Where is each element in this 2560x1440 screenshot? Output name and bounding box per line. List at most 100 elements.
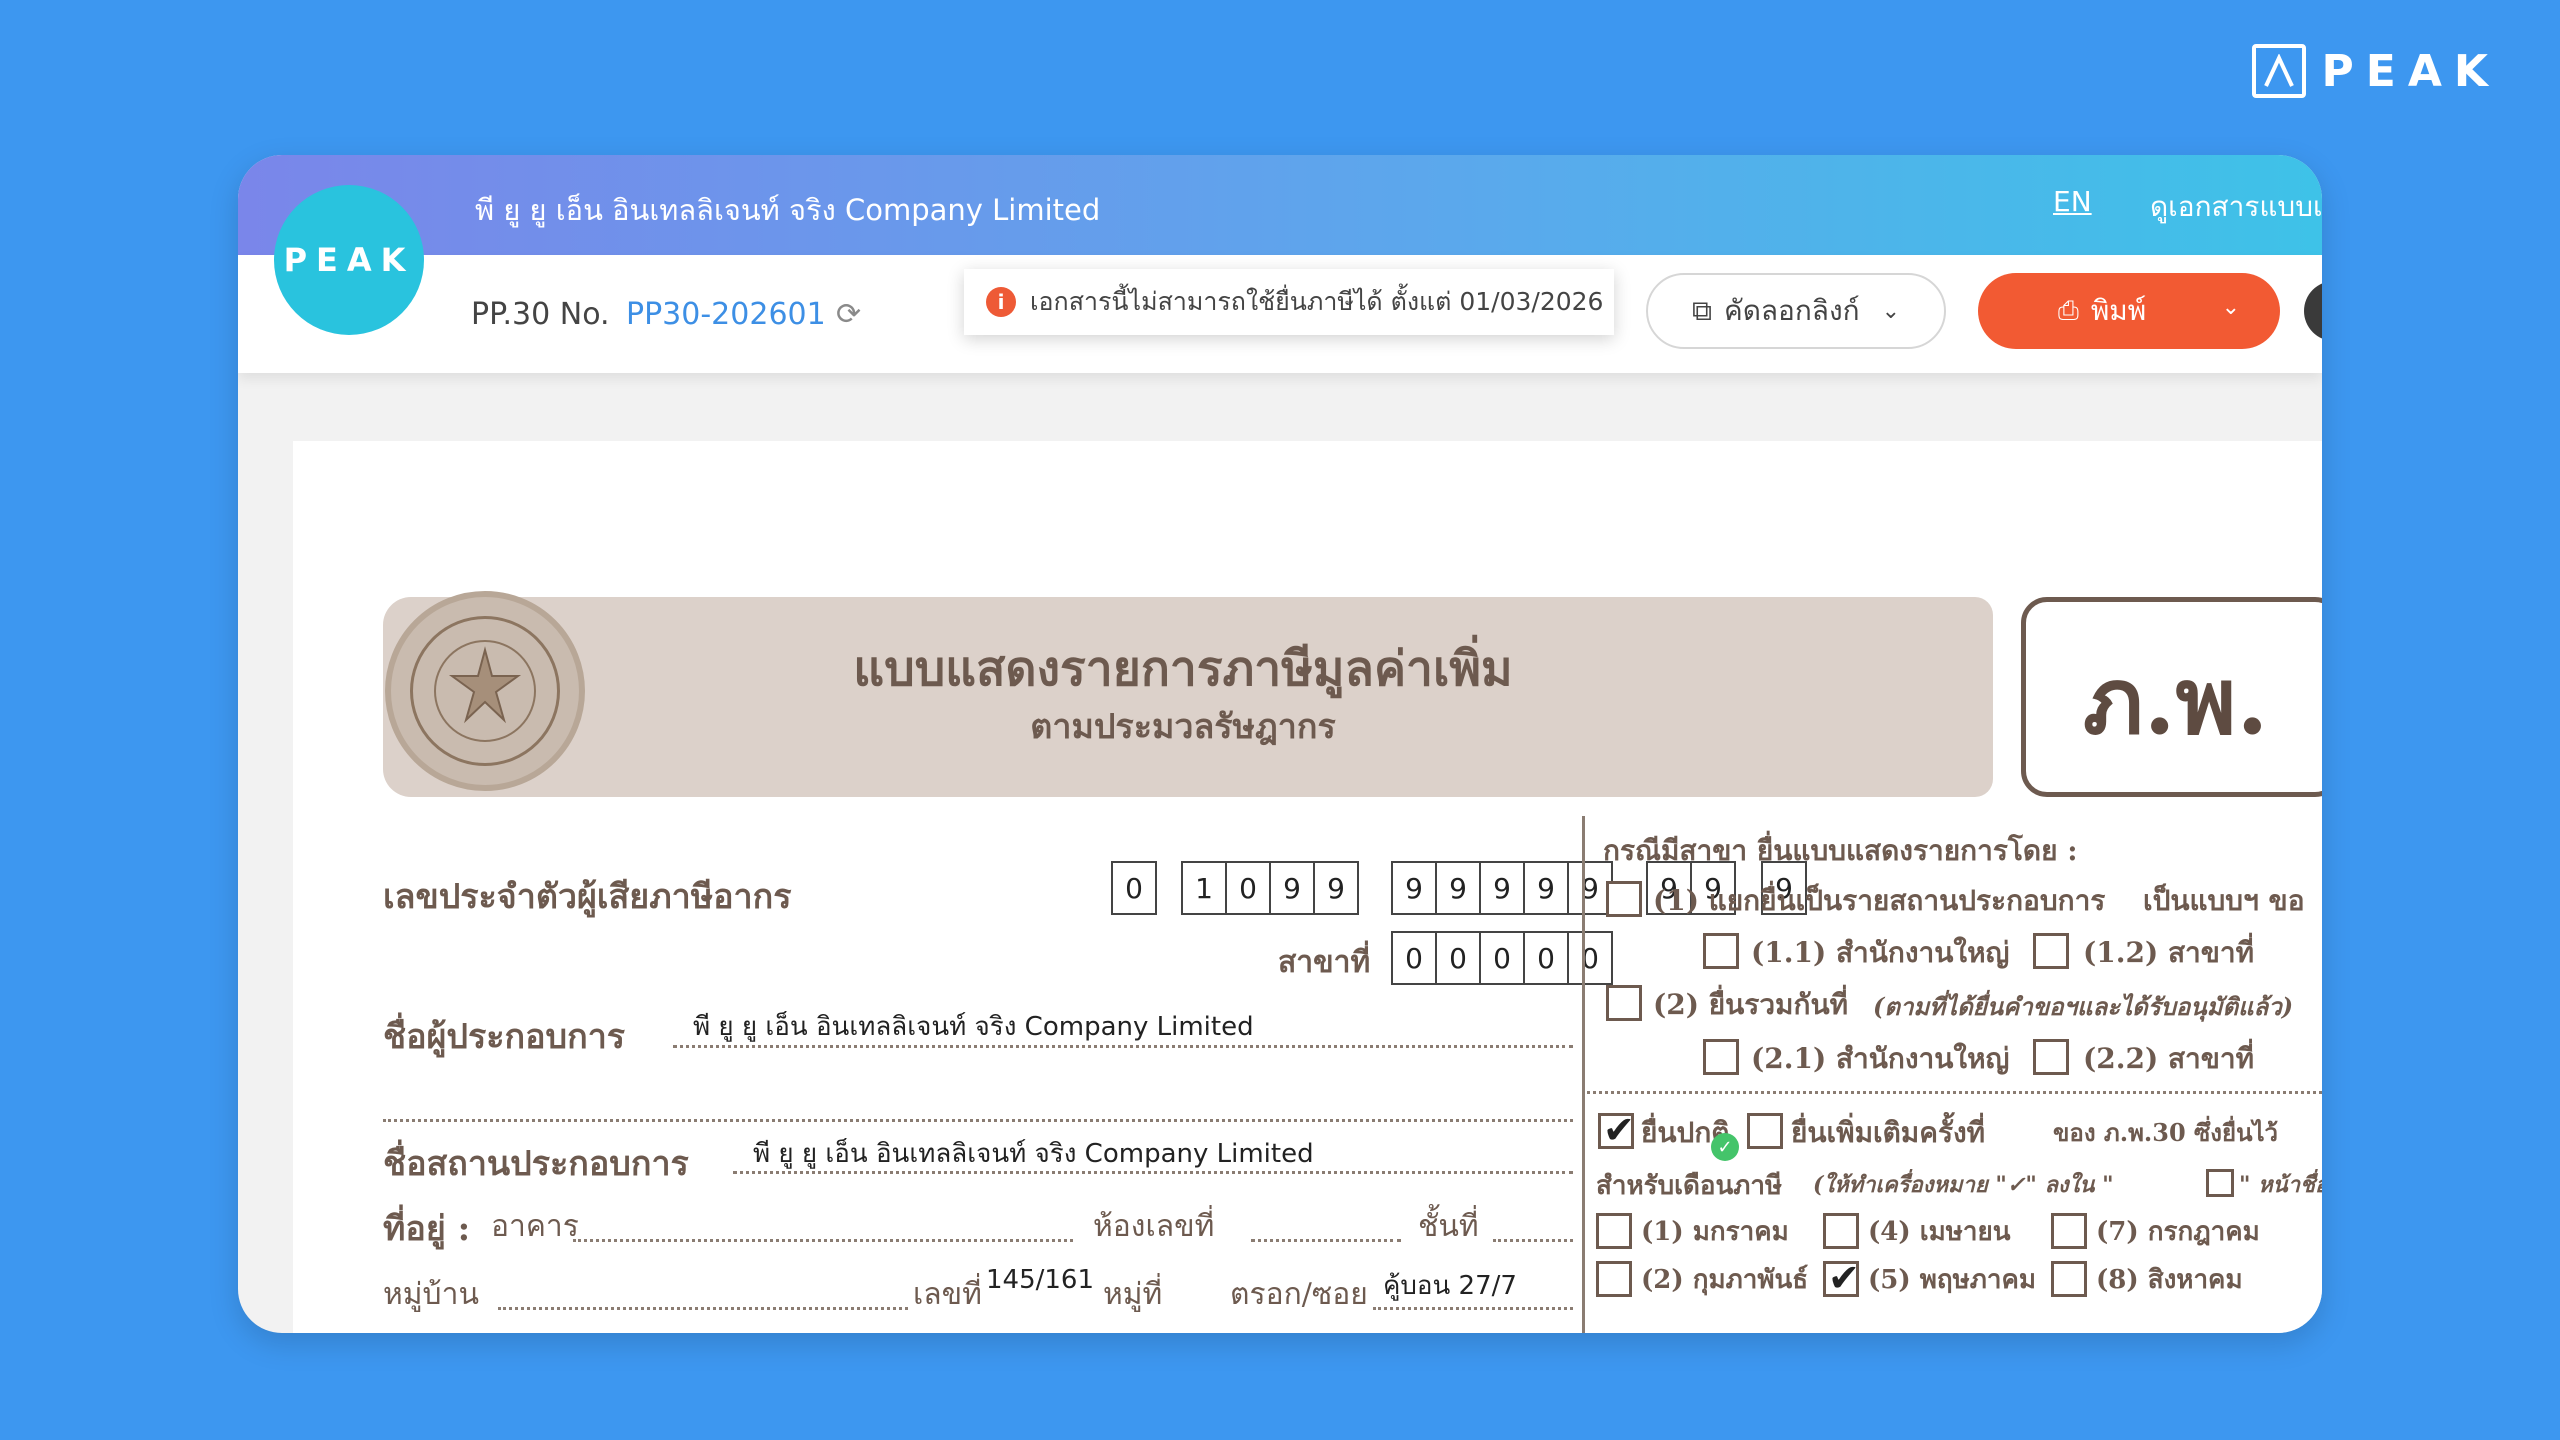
peak-logo-icon (2251, 44, 2306, 98)
chevron-down-icon[interactable]: ⌄ (2222, 295, 2240, 320)
dotted-line (1251, 1239, 1401, 1242)
month-2-label: (2) กุมภาพันธ์ (1641, 1265, 1809, 1295)
month-4-label: (4) เมษายน (1868, 1217, 2011, 1247)
option-1-2-label: (1.2) สาขาที่ (2083, 936, 2255, 969)
info-icon: i (986, 287, 1016, 317)
logo-text: PEAK (283, 241, 415, 279)
tax-month-title: สำหรับเดือนภาษี (1596, 1171, 1783, 1201)
option-2-checkbox[interactable] (1606, 985, 1642, 1021)
option-1-label: (1) แยกยื่นเป็นรายสถานประกอบการ (1653, 884, 2106, 917)
warning-banner: i เอกสารนี้ไม่สามารถใช้ยื่นภาษีได้ ตั้งแ… (964, 269, 1614, 335)
tax-id-digit: 9 (1269, 861, 1315, 915)
additional-filing-checkbox[interactable] (1747, 1113, 1783, 1149)
month-1-label: (1) มกราคม (1641, 1217, 1789, 1247)
company-title: พี ยู ยู เอ็น อินเทลลิเจนท์ จริง Company… (475, 193, 1101, 227)
company-logo: PEAK (274, 185, 424, 335)
soi-label: ตรอก/ซอย (1230, 1277, 1368, 1312)
dotted-line (498, 1307, 908, 1310)
dotted-line (733, 1171, 1573, 1174)
doc-number-label: PP.30 No. (471, 297, 610, 332)
copy-link-button[interactable]: ⧉ คัดลอกลิงก์ ⌄ (1646, 273, 1946, 349)
month-7-checkbox[interactable] (2051, 1213, 2087, 1249)
form-subtitle: ตามประมวลรัษฎากร (1030, 707, 1336, 747)
option-2-2-checkbox[interactable] (2033, 1039, 2069, 1075)
note-checkbox-sample (2206, 1169, 2234, 1197)
month-8-label: (8) สิงหาคม (2096, 1265, 2243, 1295)
form-paper: แบบแสดงรายการภาษีมูลค่าเพิ่ม ตามประมวลรั… (293, 441, 2322, 1333)
warning-text: เอกสารนี้ไม่สามารถใช้ยื่นภาษีได้ ตั้งแต่… (1030, 287, 1604, 316)
option-2-1-label: (2.1) สำนักงานใหญ่ (1751, 1042, 2010, 1075)
dotted-line (1373, 1307, 1573, 1310)
copy-icon: ⧉ (1691, 294, 1712, 327)
tax-id-digit: 0 (1225, 861, 1271, 915)
option-2-note: (ตามที่ได้ยื่นคำขอฯและได้รับอนุมัติแล้ว) (1873, 992, 2294, 1021)
branch-label: สาขาที่ (1278, 945, 1371, 980)
tax-id-digit: 9 (1313, 861, 1359, 915)
tax-id-digit: 9 (1435, 861, 1481, 915)
toolbar: PP.30 No. PP30-202601 ⟳ i เอกสารนี้ไม่สา… (238, 255, 2322, 373)
refresh-icon[interactable]: ⟳ (836, 299, 868, 331)
print-button[interactable]: ⎙ พิมพ์ ⌄ (1978, 273, 2280, 349)
operator-name-value: พี ยู ยู เอ็น อินเทลลิเจนท์ จริง Company… (693, 1012, 1254, 1042)
option-2-1-checkbox[interactable] (1703, 1039, 1739, 1075)
branch-digit: 0 (1435, 931, 1481, 985)
tax-id-group-1: 0 (1111, 861, 1157, 915)
month-2-checkbox[interactable] (1596, 1261, 1632, 1297)
moo-label: หมู่ที่ (1103, 1277, 1163, 1312)
option-1-1-checkbox[interactable] (1703, 933, 1739, 969)
printer-icon: ⎙ (2058, 295, 2079, 326)
tax-id-digit: 9 (1391, 861, 1437, 915)
doc-number-link[interactable]: PP30-202601 (626, 297, 826, 332)
branch-case-title: กรณีมีสาขา ยื่นแบบแสดงรายการโดย : (1603, 834, 2078, 867)
form-code: ภ.พ. (2083, 647, 2269, 755)
tax-id-label: เลขประจำตัวผู้เสียภาษีอากร (383, 877, 792, 917)
column-divider (1582, 816, 1585, 1333)
seal-emblem-icon (410, 616, 560, 766)
header-bar: พี ยู ยู เอ็น อินเทลลิเจนท์ จริง Company… (238, 155, 2322, 255)
option-2-2-label: (2.2) สาขาที่ (2083, 1042, 2255, 1075)
tax-month-note-tail: " หน้าชื่อเดือ (2239, 1172, 2322, 1198)
village-label: หมู่บ้าน (383, 1277, 479, 1312)
app-window: พี ยู ยู เอ็น อินเทลลิเจนท์ จริง Company… (238, 155, 2322, 1333)
operator-name-label: ชื่อผู้ประกอบการ (383, 1017, 626, 1057)
additional-filing-label: ยื่นเพิ่มเติมครั้งที่ (1791, 1116, 1986, 1149)
branch-digit: 0 (1523, 931, 1569, 985)
house-number-label: เลขที่ (913, 1277, 982, 1312)
original-document-link[interactable]: ดูเอกสารแบบเดิม (2150, 185, 2322, 229)
month-4-checkbox[interactable] (1823, 1213, 1859, 1249)
tax-id-digit: 9 (1523, 861, 1569, 915)
floor-label: ชั้นที่ (1418, 1209, 1479, 1244)
normal-filing-checkbox[interactable] (1598, 1108, 1635, 1152)
copy-link-label: คัดลอกลิงก์ (1723, 294, 1860, 327)
option-1-tail: เป็นแบบฯ ขอ (2143, 884, 2305, 917)
house-number-value: 145/161 (986, 1265, 1095, 1295)
tax-id-digit: 0 (1111, 861, 1157, 915)
month-5-label: (5) พฤษภาคม (1868, 1265, 2037, 1295)
tax-month-note: (ให้ทำเครื่องหมาย "✓" ลงใน " (1813, 1172, 2114, 1198)
section-divider (1582, 1091, 2322, 1094)
dotted-line (673, 1045, 1573, 1048)
month-1-checkbox[interactable] (1596, 1213, 1632, 1249)
option-2-label: (2) ยื่นรวมกันที่ (1653, 988, 1849, 1021)
more-options-button[interactable] (2304, 281, 2322, 341)
option-1-checkbox[interactable] (1606, 881, 1642, 917)
branch-digit: 0 (1567, 931, 1613, 985)
form-title: แบบแสดงรายการภาษีมูลค่าเพิ่ม (853, 641, 1513, 697)
option-1-1-label: (1.1) สำนักงานใหญ่ (1751, 936, 2010, 969)
branch-digits: 0 0 0 0 0 (1391, 931, 1613, 985)
tax-id-group-2: 1 0 9 9 (1181, 861, 1359, 915)
option-1-2-checkbox[interactable] (2033, 933, 2069, 969)
month-7-label: (7) กรกฎาคม (2096, 1217, 2260, 1247)
language-link[interactable]: EN (2053, 185, 2092, 218)
branch-digit: 0 (1391, 931, 1437, 985)
dotted-line (383, 1119, 1573, 1122)
room-label: ห้องเลขที่ (1093, 1209, 1215, 1244)
dotted-line (1493, 1239, 1573, 1242)
establishment-name-value: พี ยู ยู เอ็น อินเทลลิเจนท์ จริง Company… (753, 1139, 1314, 1169)
chevron-down-icon: ⌄ (1881, 298, 1901, 324)
print-label: พิมพ์ (2090, 294, 2147, 327)
check-badge-icon: ✓ (1711, 1133, 1739, 1161)
brand-corner: PEAK (2251, 44, 2500, 98)
month-8-checkbox[interactable] (2051, 1261, 2087, 1297)
month-5-checkbox[interactable] (1823, 1256, 1860, 1300)
